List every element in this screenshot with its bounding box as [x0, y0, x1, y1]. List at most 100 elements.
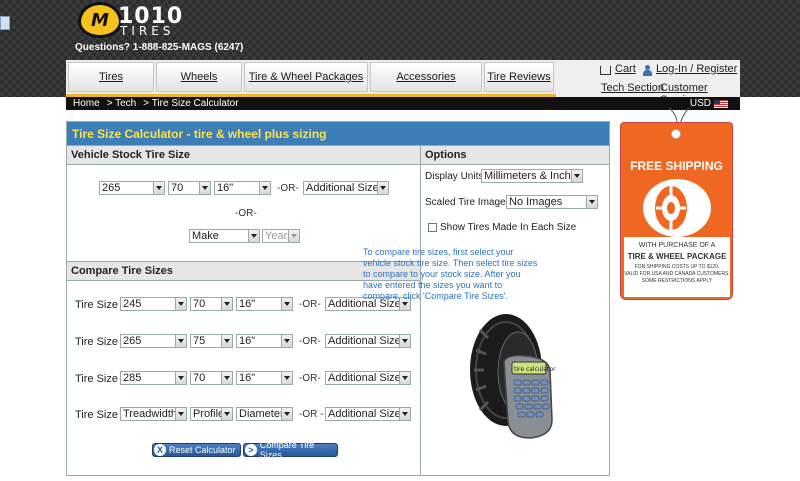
promo-line-5: SOME RESTRICTIONS APPLY: [641, 278, 713, 284]
site-logo[interactable]: M 1010 TIRES: [78, 2, 196, 40]
scaled-images-select[interactable]: No Images: [506, 195, 598, 209]
breadcrumb-tech[interactable]: > Tech: [107, 98, 137, 109]
reset-x-icon: X: [154, 444, 166, 456]
tire-1-aspect-select[interactable]: 70: [190, 297, 233, 311]
promo-line-3: FOR SHIPPING COSTS UP TO $120.: [634, 264, 720, 270]
nav-tab-label: Tire Reviews: [487, 71, 551, 83]
select-value: 70: [193, 298, 206, 310]
select-value: No Images: [509, 196, 563, 208]
scroll-widget-icon[interactable]: [0, 16, 10, 30]
breadcrumb: Home > Tech > Tire Size Calculator USD: [66, 97, 740, 110]
chevron-down-icon: [377, 182, 388, 194]
chevron-right-icon: >: [245, 444, 257, 456]
or-separator: -OR-: [277, 183, 299, 194]
tire-1-width-select[interactable]: 245: [120, 297, 187, 311]
select-value: 265: [123, 335, 142, 347]
tire-3-additional-select[interactable]: Additional Sizes: [325, 371, 411, 385]
chevron-down-icon: [248, 230, 259, 242]
select-value: Treadwidth: [123, 408, 178, 420]
tire-2-rim-select[interactable]: 16": [236, 334, 293, 348]
select-value: 16": [239, 372, 256, 384]
select-value: Make: [192, 230, 219, 242]
device-label: tire calculator: [514, 366, 556, 373]
logo-badge-letter: M: [91, 9, 109, 31]
scaled-images-label: Scaled Tire Images:: [425, 197, 514, 208]
promo-line-2: TIRE & WHEEL PACKAGE: [627, 252, 727, 261]
stock-rim-select[interactable]: 16": [214, 181, 271, 195]
tire-calculator-image: tire calculator: [470, 314, 556, 439]
or-separator: -OR-: [299, 373, 321, 384]
nav-tab-label: Tires: [98, 71, 124, 83]
tire-3-rim-select[interactable]: 16": [236, 371, 293, 385]
tire-4-width-select[interactable]: Treadwidth: [120, 407, 187, 421]
select-value: 70: [193, 372, 206, 384]
select-value: 16": [239, 335, 256, 347]
chevron-down-icon: [259, 182, 270, 194]
tech-section-link[interactable]: Tech Section: [601, 82, 664, 94]
site-header: M 1010 TIRES Questions? 1-888-825-MAGS (…: [0, 0, 800, 106]
stock-aspect-select[interactable]: 70: [168, 181, 211, 195]
select-value: Year: [265, 230, 288, 242]
cart-icon[interactable]: [600, 66, 611, 75]
nav-tab-wheels[interactable]: Wheels: [156, 62, 242, 92]
login-link[interactable]: Log-In / Register: [656, 63, 737, 75]
select-value: Millimeters & Inches: [484, 170, 583, 182]
support-phone: Questions? 1-888-825-MAGS (6247): [75, 42, 244, 53]
show-tires-label: Show Tires Made In Each Size: [440, 222, 577, 233]
select-value: 265: [102, 182, 121, 194]
stock-additional-select[interactable]: Additional Sizes: [303, 181, 389, 195]
breadcrumb-current: > Tire Size Calculator: [143, 98, 239, 109]
nav-tab-reviews[interactable]: Tire Reviews: [484, 62, 554, 92]
tire-2-aspect-select[interactable]: 75: [190, 334, 233, 348]
chevron-down-icon: [221, 335, 232, 347]
nav-tab-label: Wheels: [180, 71, 218, 83]
tire-1-rim-select[interactable]: 16": [236, 297, 293, 311]
reset-calculator-button[interactable]: X Reset Calculator: [152, 443, 241, 457]
tire-2-width-select[interactable]: 265: [120, 334, 187, 348]
nav-tab-tires[interactable]: Tires: [68, 62, 154, 92]
or-separator: -OR-: [235, 208, 257, 219]
tag-hole-icon: [671, 129, 681, 139]
breadcrumb-home[interactable]: Home: [73, 98, 100, 109]
chevron-down-icon: [199, 182, 210, 194]
chevron-down-icon: [399, 335, 410, 347]
tire-3-width-select[interactable]: 285: [120, 371, 187, 385]
nav-tab-label: Accessories: [396, 71, 456, 83]
display-units-select[interactable]: Millimeters & Inches: [481, 169, 583, 183]
tire-4-additional-select[interactable]: Additional Sizes: [325, 407, 411, 421]
account-links: Cart Log-In / Register Tech Section Cust…: [556, 60, 740, 106]
cart-link[interactable]: Cart: [615, 63, 636, 75]
promo-details: WITH PURCHASE OF A TIRE & WHEEL PACKAGE …: [624, 237, 730, 297]
tire-4-rim-select[interactable]: Diameter: [236, 407, 293, 421]
chevron-down-icon: [281, 298, 292, 310]
chevron-down-icon: [571, 170, 582, 182]
vehicle-year-select[interactable]: Year: [262, 229, 300, 243]
tire-2-additional-select[interactable]: Additional Sizes: [325, 334, 411, 348]
currency-selector[interactable]: USD: [690, 97, 728, 110]
chevron-down-icon: [221, 298, 232, 310]
calculator-device-icon: tire calculator: [503, 354, 556, 439]
options-heading: Options: [421, 145, 609, 165]
compare-tire-sizes-button[interactable]: > Compare Tire Sizes: [243, 440, 338, 460]
show-tires-checkbox[interactable]: [428, 223, 437, 232]
column-divider: [420, 145, 421, 475]
select-value: Additional Sizes: [328, 408, 407, 420]
chevron-down-icon: [175, 335, 186, 347]
button-label: Reset Calculator: [169, 445, 236, 455]
vehicle-make-select[interactable]: Make: [189, 229, 260, 243]
stock-size-heading: Vehicle Stock Tire Size: [67, 145, 420, 165]
stock-width-select[interactable]: 265: [99, 181, 165, 195]
tire-3-aspect-select[interactable]: 70: [190, 371, 233, 385]
chevron-down-icon: [281, 372, 292, 384]
chevron-down-icon: [281, 335, 292, 347]
calculator-title: Tire Size Calculator - tire & wheel plus…: [67, 122, 609, 145]
chevron-down-icon: [175, 298, 186, 310]
nav-tab-accessories[interactable]: Accessories: [370, 62, 482, 92]
instructions-text: To compare tire sizes, first select your…: [363, 247, 538, 301]
us-flag-icon: [714, 99, 728, 108]
nav-tab-packages[interactable]: Tire & Wheel Packages: [244, 62, 368, 92]
free-shipping-promo[interactable]: FREE SHIPPING WITH PURCHASE OF A TIRE & …: [620, 122, 733, 300]
chevron-down-icon: [221, 372, 232, 384]
chevron-down-icon: [175, 408, 186, 420]
tire-4-aspect-select[interactable]: Profile: [190, 407, 233, 421]
